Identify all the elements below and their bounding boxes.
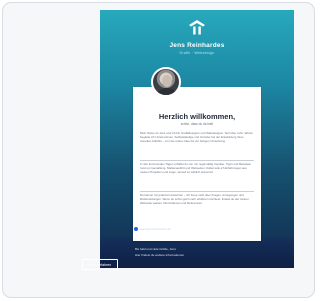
website-link[interactable]: www.jensreinhardes.de: [134, 226, 212, 232]
preview-frame: Jens Reinhardes Grafik · Webdesign Herzl…: [2, 2, 315, 298]
cta-button[interactable]: Mehr erfahren: [82, 259, 118, 270]
globe-icon: [134, 227, 138, 231]
signoff-text: Bis bald und viele Grüße, Jens: [135, 247, 176, 251]
brand-tagline: Grafik · Webdesign: [179, 51, 215, 55]
info-text: Hier findest du weitere Informationen: [135, 253, 185, 257]
paragraph: Du kannst mir jederzeit antworten – ich …: [140, 193, 249, 206]
avatar: [151, 67, 181, 97]
email-preview: Jens Reinhardes Grafik · Webdesign Herzl…: [100, 10, 294, 268]
divider: [140, 191, 254, 192]
website-link-text[interactable]: www.jensreinhardes.de: [140, 227, 171, 231]
paragraph: Mein Name ist Jens und ich bin Grafikdes…: [140, 131, 253, 144]
card-title: Herzlich willkommen,: [158, 112, 236, 121]
divider: [140, 160, 254, 161]
card-subtitle: schön, dass du da bist!: [180, 122, 214, 126]
paragraph: In den kommenden Tagen erhältst du von m…: [140, 162, 251, 175]
welcome-card: Herzlich willkommen, schön, dass du da b…: [133, 87, 261, 241]
brand-name: Jens Reinhardes: [169, 42, 225, 49]
logo-icon: [189, 20, 205, 35]
